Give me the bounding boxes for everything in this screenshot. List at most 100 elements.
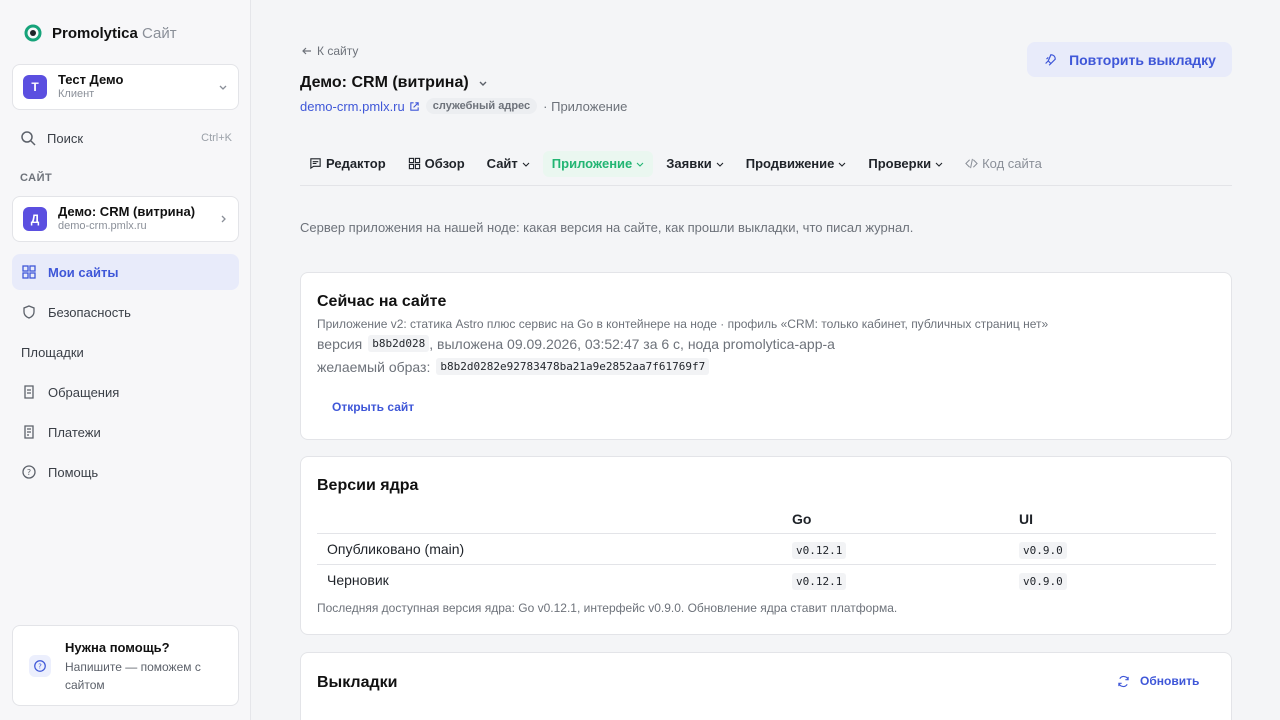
svg-text:?: ? (38, 663, 42, 671)
table-row: Черновик v0.12.1 v0.9.0 (317, 564, 1216, 595)
site-type: · Приложение (543, 98, 628, 114)
version-row: версия b8b2d028, выложена 09.09.2026, 03… (317, 335, 835, 352)
redeploy-label: Повторить выкладку (1069, 51, 1216, 68)
site-domain-link[interactable]: demo-crm.pmlx.ru (300, 99, 420, 114)
refresh-icon (1118, 675, 1129, 687)
sidebar-item-payments[interactable]: Платежи (12, 414, 239, 450)
arrow-left-icon (302, 47, 311, 55)
tab-requests[interactable]: Заявки (657, 151, 732, 177)
sidebar-item-label: Площадки (21, 344, 84, 360)
version-label: версия (317, 335, 363, 352)
tab-label: Редактор (326, 156, 386, 171)
sidebar-item-help[interactable]: ? Помощь (12, 454, 239, 490)
chevron-right-icon (221, 215, 226, 223)
search-icon (21, 131, 36, 146)
panel-title: Сейчас на сайте (317, 293, 447, 310)
service-address-badge: служебный адрес (425, 98, 538, 114)
client-switcher[interactable]: Т Тест Демо Клиент (12, 64, 239, 110)
brand-name: Promolytica (52, 24, 138, 42)
image-hash: b8b2d0282e92783478ba21a9e2852aa7f61769f7 (436, 358, 710, 375)
sidebar-item-tickets[interactable]: Обращения (12, 374, 239, 410)
row-name: Опубликовано (main) (317, 533, 792, 565)
page-title-text: Демо: CRM (витрина) (300, 74, 469, 91)
panel-title: Выкладки (317, 674, 398, 691)
site-subline: demo-crm.pmlx.ru служебный адрес · Прило… (300, 98, 627, 114)
deploys-panel: Выкладки Обновить (300, 652, 1232, 720)
site-domain-text: demo-crm.pmlx.ru (300, 98, 405, 114)
column-header: Go (792, 505, 1019, 534)
grid-icon (408, 157, 420, 170)
image-label: желаемый образ: (317, 358, 431, 375)
page-description: Сервер приложения на нашей ноде: какая в… (300, 220, 914, 235)
brand[interactable]: Promolytica Сайт (24, 24, 177, 42)
promolytica-logo-icon (24, 24, 42, 42)
sidebar-item-my-sites[interactable]: Мои сайты (12, 254, 239, 290)
sidebar-item-platforms[interactable]: Площадки (12, 334, 239, 370)
sidebar-item-security[interactable]: Безопасность (12, 294, 239, 330)
page-title[interactable]: Демо: CRM (витрина) (300, 74, 489, 92)
site-switcher[interactable]: Д Демо: CRM (витрина) demo-crm.pmlx.ru (12, 196, 239, 242)
chevron-down-icon (716, 162, 724, 167)
ticket-icon (24, 385, 34, 399)
core-note: Последняя доступная версия ядра: Go v0.1… (317, 601, 898, 615)
ui-version: v0.9.0 (1019, 572, 1067, 590)
section-label: САЙТ (20, 172, 53, 184)
chevron-down-icon (219, 85, 227, 90)
version-details: , выложена 09.09.2026, 03:52:47 за 6 с, … (429, 335, 835, 352)
tab-application[interactable]: Приложение (542, 150, 654, 177)
search-button[interactable]: Поиск Ctrl+K (20, 128, 232, 148)
sidebar-item-label: Безопасность (48, 304, 131, 320)
svg-text:?: ? (27, 468, 31, 477)
refresh-button[interactable]: Обновить (1117, 674, 1199, 688)
go-version: v0.12.1 (792, 572, 847, 590)
shield-icon (23, 305, 35, 319)
search-label: Поиск (47, 130, 84, 146)
back-label: К сайту (317, 44, 359, 58)
version-hash: b8b2d028 (368, 335, 430, 352)
tab-site[interactable]: Сайт (478, 151, 539, 177)
site-name: Демо: CRM (витрина) (58, 204, 196, 219)
site-domain: demo-crm.pmlx.ru (58, 220, 147, 232)
go-version: v0.12.1 (792, 541, 847, 559)
back-link[interactable]: К сайту (301, 44, 358, 58)
tab-label: Сайт (486, 156, 518, 171)
tab-promotion[interactable]: Продвижение (737, 151, 856, 177)
question-icon: ? (29, 655, 51, 677)
tab-bar: Редактор Обзор Сайт Приложение Заявки Пр… (300, 150, 1232, 186)
redeploy-button[interactable]: Повторить выкладку (1027, 42, 1232, 77)
tab-editor[interactable]: Редактор (300, 151, 395, 177)
column-header: UI (1019, 505, 1216, 534)
chevron-down-icon (522, 162, 530, 167)
grid-icon (22, 265, 36, 279)
site-avatar: Д (23, 207, 47, 231)
external-link-icon (410, 101, 419, 111)
tab-overview[interactable]: Обзор (399, 151, 474, 177)
code-icon (965, 158, 978, 169)
refresh-label: Обновить (1140, 674, 1200, 688)
image-row: желаемый образ: b8b2d0282e92783478ba21a9… (317, 358, 710, 375)
row-name: Черновик (327, 571, 389, 588)
app-profile: Приложение v2: статика Astro плюс сервис… (317, 317, 1049, 331)
panel-title: Версии ядра (317, 477, 419, 494)
client-role: Клиент (58, 88, 95, 100)
help-card[interactable]: ? Нужна помощь? Напишите — поможем с сай… (12, 625, 239, 706)
chevron-down-icon (838, 162, 846, 167)
main-content: К сайту Демо: CRM (витрина) demo-crm.pml… (251, 0, 1280, 720)
brand-sub: Сайт (142, 24, 177, 42)
tab-label: Продвижение (745, 156, 835, 171)
receipt-icon (24, 425, 34, 439)
chevron-down-icon (636, 162, 644, 167)
tab-site-code[interactable]: Код сайта (956, 151, 1051, 177)
sidebar-item-label: Помощь (48, 464, 99, 480)
open-site-button[interactable]: Открыть сайт (332, 400, 414, 414)
tab-label: Проверки (868, 156, 932, 171)
core-versions-table: Go UI Опубликовано (main) v0.12.1 v0.9.0… (317, 505, 1216, 595)
tab-label: Код сайта (982, 156, 1042, 171)
sidebar: Promolytica Сайт Т Тест Демо Клиент Поис… (0, 0, 251, 720)
current-deploy-panel: Сейчас на сайте Приложение v2: статика A… (300, 272, 1232, 440)
tab-checks[interactable]: Проверки (859, 151, 952, 177)
client-name: Тест Демо (58, 72, 124, 87)
help-text: Напишите — поможем с сайтом (65, 660, 201, 692)
chevron-down-icon (935, 162, 943, 167)
rocket-icon (1045, 53, 1056, 66)
